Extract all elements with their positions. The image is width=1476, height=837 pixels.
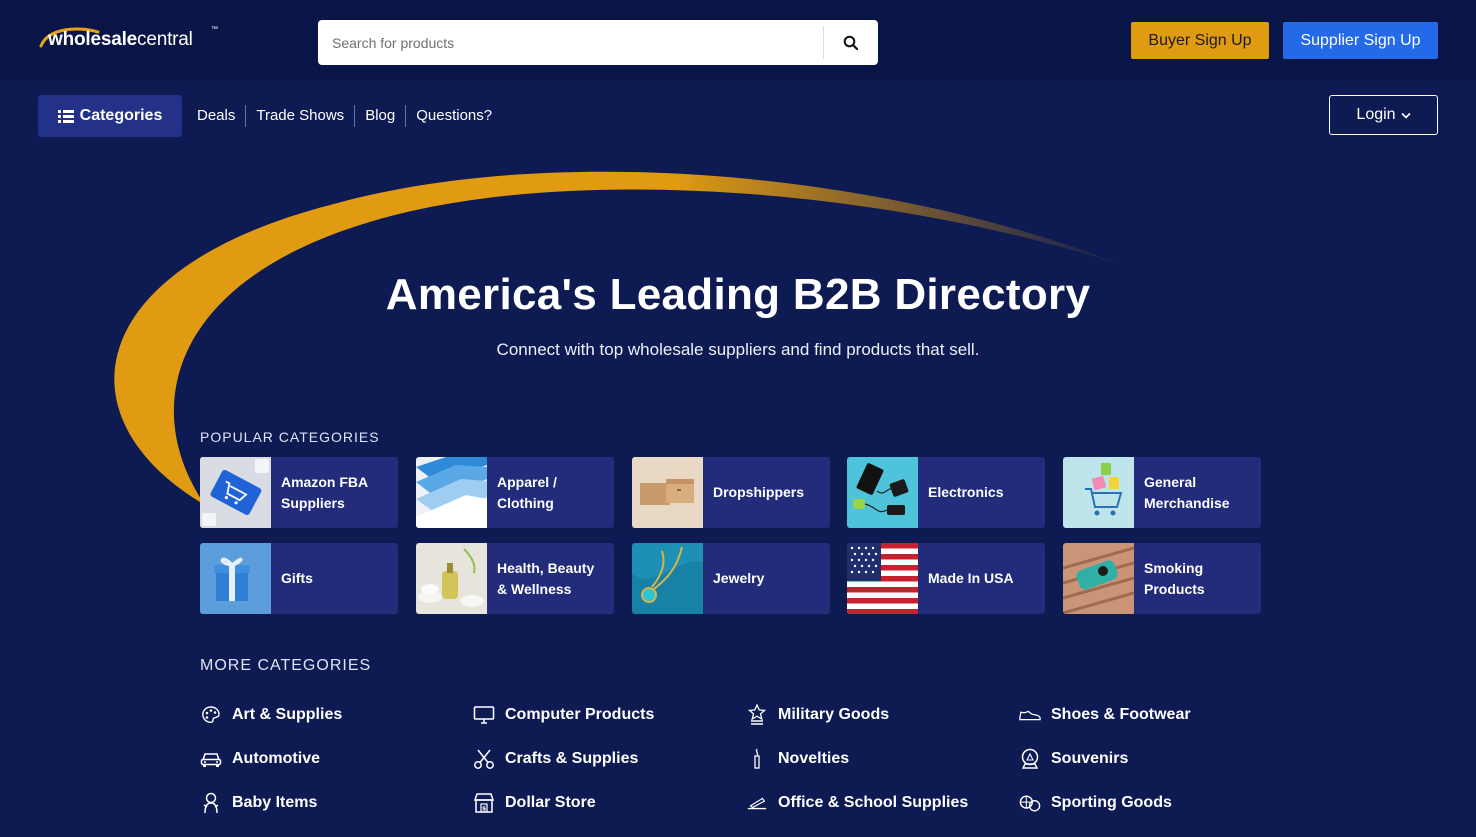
more-category-military-goods[interactable]: Military Goods: [746, 704, 889, 726]
category-tile-health-beauty[interactable]: Health, Beauty & Wellness: [416, 543, 614, 614]
more-category-crafts-supplies[interactable]: Crafts & Supplies: [473, 748, 638, 770]
shoe-icon: [1019, 704, 1041, 726]
category-tile-label: Jewelry: [713, 570, 765, 586]
more-category-souvenirs[interactable]: Souvenirs: [1019, 748, 1128, 770]
pen-icon: [746, 792, 768, 814]
more-categories-heading: MORE CATEGORIES: [200, 657, 372, 674]
category-tile-label: Electronics: [928, 484, 1004, 500]
search-input[interactable]: [318, 20, 823, 65]
nav-link-deals[interactable]: Deals: [197, 105, 247, 127]
category-tile-apparel[interactable]: Apparel / Clothing: [416, 457, 614, 528]
us-flag-thumbnail: [847, 543, 918, 614]
hero-subtitle: Connect with top wholesale suppliers and…: [496, 340, 980, 359]
category-tile-label: Made In USA: [928, 570, 1014, 586]
top-header: wholesalecentral ™ Buyer Sign Up Supplie…: [0, 0, 1476, 80]
more-category-office-school-supplies[interactable]: Office & School Supplies: [746, 792, 968, 814]
category-tile-label: Smoking Products: [1144, 559, 1205, 597]
palette-icon: [200, 704, 222, 726]
snow-globe-icon: [1019, 748, 1041, 770]
categories-label: Categories: [79, 107, 163, 124]
monitor-icon: [473, 704, 495, 726]
more-category-baby-items[interactable]: Baby Items: [200, 792, 317, 814]
category-tile-label: Amazon FBA Suppliers: [281, 473, 369, 511]
logo-text: wholesalecentral: [48, 29, 193, 50]
buyer-signup-button[interactable]: Buyer Sign Up: [1131, 22, 1269, 59]
scissors-icon: [473, 748, 495, 770]
gift-box-thumbnail: [200, 543, 271, 614]
folded-shirts-thumbnail: [416, 457, 487, 528]
category-tile-label: Health, Beauty & Wellness: [497, 559, 595, 597]
baby-icon: [200, 792, 222, 814]
cardboard-boxes-thumbnail: [632, 457, 703, 528]
search-button[interactable]: [824, 20, 878, 65]
category-tile-amazon-fba[interactable]: Amazon FBA Suppliers: [200, 457, 398, 528]
category-tile-general-merchandise[interactable]: General Merchandise: [1063, 457, 1261, 528]
devices-thumbnail: [847, 457, 918, 528]
search-icon: [843, 35, 859, 50]
supplier-signup-button[interactable]: Supplier Sign Up: [1283, 22, 1438, 59]
hero-title: America's Leading B2B Directory: [385, 270, 1091, 319]
main-nav: Deals Trade Shows Blog Questions?: [197, 105, 502, 127]
more-category-art-supplies[interactable]: Art & Supplies: [200, 704, 342, 726]
list-icon: [57, 109, 74, 123]
categories-button[interactable]: Categories: [38, 95, 182, 137]
nav-link-trade-shows[interactable]: Trade Shows: [246, 105, 356, 127]
category-tile-label: Gifts: [281, 570, 313, 586]
more-category-automotive[interactable]: Automotive: [200, 748, 320, 770]
shopping-cart-keyboard-thumbnail: [200, 457, 271, 528]
spa-stones-thumbnail: [416, 543, 487, 614]
search-bar: [318, 20, 878, 65]
nav-link-questions[interactable]: Questions?: [406, 105, 502, 127]
candle-icon: [746, 748, 768, 770]
svg-text:$: $: [482, 806, 486, 813]
category-tile-made-in-usa[interactable]: Made In USA: [847, 543, 1045, 614]
category-tile-electronics[interactable]: Electronics: [847, 457, 1045, 528]
store-icon: $: [473, 792, 495, 814]
chevron-down-icon: [1401, 112, 1411, 119]
category-tile-dropshippers[interactable]: Dropshippers: [632, 457, 830, 528]
vape-device-thumbnail: [1063, 543, 1134, 614]
more-category-computer-products[interactable]: Computer Products: [473, 704, 654, 726]
login-label: Login: [1356, 106, 1396, 123]
shopping-cart-bags-thumbnail: [1063, 457, 1134, 528]
more-category-shoes-footwear[interactable]: Shoes & Footwear: [1019, 704, 1191, 726]
category-tile-smoking-products[interactable]: Smoking Products: [1063, 543, 1261, 614]
category-tile-label: Apparel / Clothing: [497, 473, 557, 511]
logo-trademark: ™: [211, 26, 218, 33]
wholesale-central-logo[interactable]: wholesalecentral ™: [38, 24, 228, 54]
category-tile-label: General Merchandise: [1144, 473, 1230, 511]
popular-categories-heading: POPULAR CATEGORIES: [200, 429, 380, 445]
login-button[interactable]: Login: [1329, 95, 1438, 135]
nav-link-blog[interactable]: Blog: [355, 105, 407, 127]
more-category-dollar-store[interactable]: $ Dollar Store: [473, 792, 596, 814]
star-medal-icon: [746, 704, 768, 726]
balls-icon: [1019, 792, 1041, 814]
more-category-sporting-goods[interactable]: Sporting Goods: [1019, 792, 1172, 814]
more-category-novelties[interactable]: Novelties: [746, 748, 849, 770]
category-tile-jewelry[interactable]: Jewelry: [632, 543, 830, 614]
pendant-necklace-thumbnail: [632, 543, 703, 614]
category-tile-gifts[interactable]: Gifts: [200, 543, 398, 614]
category-tile-label: Dropshippers: [713, 484, 805, 500]
car-icon: [200, 748, 222, 770]
